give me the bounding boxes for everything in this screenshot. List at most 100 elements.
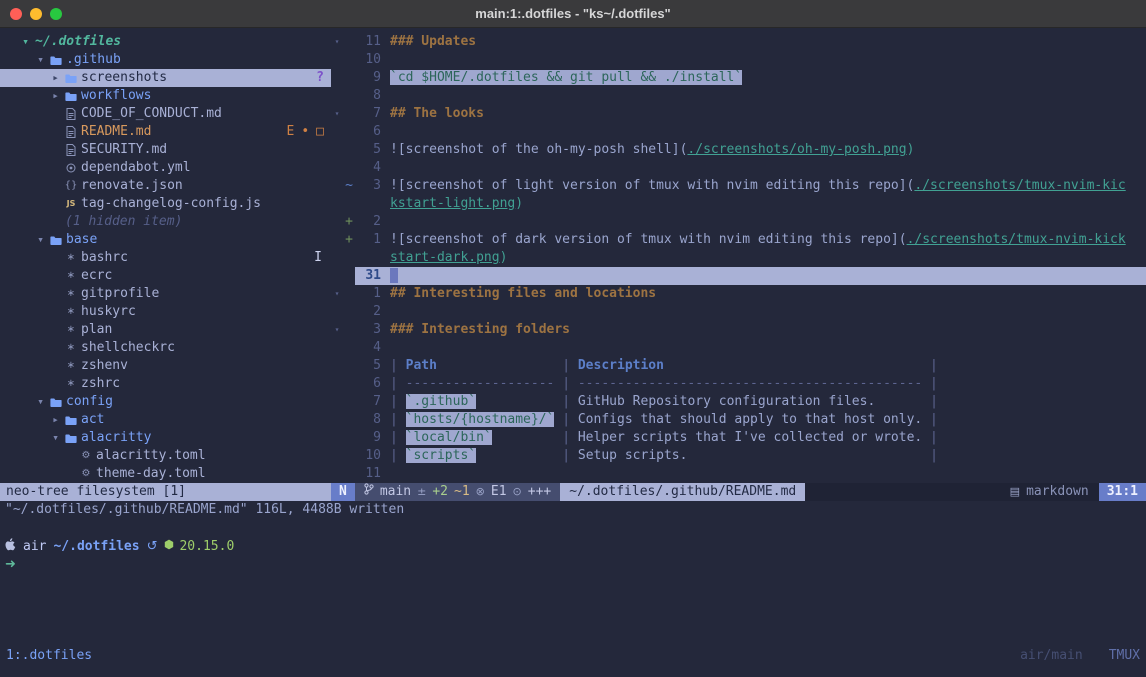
editor-line[interactable]: 4 xyxy=(331,159,1146,177)
mode-indicator: N xyxy=(331,483,355,501)
tree-item[interactable]: dependabot.yml xyxy=(0,159,331,177)
tree-item[interactable]: ⚙theme-day.toml xyxy=(0,465,331,483)
chevron-right-icon[interactable]: ▸ xyxy=(48,87,63,105)
editor-line-wrap[interactable]: kstart-light.png) xyxy=(331,195,1146,213)
editor-line[interactable]: 4 xyxy=(331,339,1146,357)
tree-item[interactable]: {}renovate.json xyxy=(0,177,331,195)
tree-item[interactable]: ▾base xyxy=(0,231,331,249)
text-segment: ./screenshots/oh-my-posh.png xyxy=(687,142,906,157)
chevron-down-icon[interactable]: ▾ xyxy=(18,33,33,51)
editor-line[interactable]: 5| Path | Description | xyxy=(331,357,1146,375)
zoom-button[interactable] xyxy=(50,8,62,20)
text-segment: | xyxy=(554,448,577,463)
tree-item[interactable]: ▾.github xyxy=(0,51,331,69)
editor-line[interactable]: 8 xyxy=(331,87,1146,105)
editor-line[interactable]: 31 xyxy=(331,267,1146,285)
tree-item-label: huskyrc xyxy=(81,303,136,321)
text-segment: Path xyxy=(406,358,437,373)
editor-line[interactable]: +1![screenshot of dark version of tmux w… xyxy=(331,231,1146,249)
sign-column xyxy=(343,123,355,141)
sign-column xyxy=(343,267,355,285)
tree-item[interactable]: ∗gitprofile xyxy=(0,285,331,303)
fold-chevron-icon[interactable]: ▾ xyxy=(331,105,343,123)
status-badge: • xyxy=(301,123,309,141)
line-number: 6 xyxy=(355,123,381,141)
tree-item[interactable]: ∗shellcheckrc xyxy=(0,339,331,357)
editor-line[interactable]: 10| `scripts` | Setup scripts. | xyxy=(331,447,1146,465)
editor-line[interactable]: ▾1## Interesting files and locations xyxy=(331,285,1146,303)
tree-item[interactable]: ▸workflows xyxy=(0,87,331,105)
text-segment: | xyxy=(554,394,577,409)
statusline-filepath: ~/.dotfiles/.github/README.md xyxy=(560,483,805,501)
json-icon: {} xyxy=(63,177,79,195)
editor-line[interactable]: ~3![screenshot of light version of tmux … xyxy=(331,177,1146,195)
sign-column xyxy=(343,375,355,393)
toml-icon: ⚙ xyxy=(78,447,94,465)
text-segment: | xyxy=(390,448,406,463)
editor-line[interactable]: 6| ------------------- | ---------------… xyxy=(331,375,1146,393)
editor-line[interactable]: 11 xyxy=(331,465,1146,483)
editor-line[interactable]: ▾7## The looks xyxy=(331,105,1146,123)
tree-item-label: act xyxy=(81,411,104,429)
shell-icon: ∗ xyxy=(63,267,79,285)
command-line-message: "~/.dotfiles/.github/README.md" 116L, 44… xyxy=(0,501,1146,519)
folder-icon xyxy=(63,415,79,426)
untracked-badge: ? xyxy=(316,69,324,87)
fold-chevron-icon[interactable]: ▾ xyxy=(331,321,343,339)
tree-item[interactable]: (1 hidden item) xyxy=(0,213,331,231)
tree-item[interactable]: ∗ecrc xyxy=(0,267,331,285)
fold-chevron-icon[interactable]: ▾ xyxy=(331,285,343,303)
editor-line[interactable]: +2 xyxy=(331,213,1146,231)
fold-column xyxy=(331,123,343,141)
tree-item[interactable]: ∗zshrc xyxy=(0,375,331,393)
text-segment: ## The looks xyxy=(390,106,484,121)
editor-line[interactable]: 9`cd $HOME/.dotfiles && git pull && ./in… xyxy=(331,69,1146,87)
line-number: 3 xyxy=(355,177,381,195)
line-number xyxy=(355,195,381,213)
node-hexagon-icon xyxy=(164,538,174,556)
editor-line-wrap[interactable]: start-dark.png) xyxy=(331,249,1146,267)
editor-line[interactable]: 5![screenshot of the oh-my-posh shell](.… xyxy=(331,141,1146,159)
tree-item[interactable]: SECURITY.md xyxy=(0,141,331,159)
filetype-section: ▤ markdown xyxy=(1000,483,1099,501)
editor-line[interactable]: 7| `.github` | GitHub Repository configu… xyxy=(331,393,1146,411)
chevron-down-icon[interactable]: ▾ xyxy=(33,231,48,249)
editor-line[interactable]: 10 xyxy=(331,51,1146,69)
minimize-button[interactable] xyxy=(30,8,42,20)
tree-item[interactable]: ∗plan xyxy=(0,321,331,339)
tree-item[interactable]: ▸ act xyxy=(0,411,331,429)
tmux-window-tab[interactable]: 1:.dotfiles xyxy=(6,647,92,665)
editor-line[interactable]: ▾3### Interesting folders xyxy=(331,321,1146,339)
tree-item[interactable]: ▾~/.dotfiles xyxy=(0,33,331,51)
tree-item[interactable]: ▾config xyxy=(0,393,331,411)
chevron-down-icon[interactable]: ▾ xyxy=(33,51,48,69)
fold-column xyxy=(331,411,343,429)
editor-line[interactable]: 9| `local/bin` | Helper scripts that I'v… xyxy=(331,429,1146,447)
tree-item[interactable]: ∗huskyrc xyxy=(0,303,331,321)
chevron-down-icon[interactable]: ▾ xyxy=(48,429,63,447)
fold-chevron-icon[interactable]: ▾ xyxy=(331,33,343,51)
fold-column xyxy=(331,159,343,177)
editor-line[interactable]: ▾11### Updates xyxy=(331,33,1146,51)
tree-item[interactable]: ∗zshenv xyxy=(0,357,331,375)
tree-item[interactable]: ⚙alacritty.toml xyxy=(0,447,331,465)
editor-line[interactable]: 8| `hosts/{hostname}/` | Configs that sh… xyxy=(331,411,1146,429)
chevron-right-icon[interactable]: ▸ xyxy=(48,69,63,87)
file-tree[interactable]: ▾~/.dotfiles▾.github▸screenshots?▸workfl… xyxy=(0,28,331,483)
editor-lines[interactable]: ▾11### Updates109`cd $HOME/.dotfiles && … xyxy=(331,28,1146,483)
close-button[interactable] xyxy=(10,8,22,20)
editor-line[interactable]: 2 xyxy=(331,303,1146,321)
chevron-right-icon[interactable]: ▸ xyxy=(48,411,63,429)
tree-item[interactable]: README.mdE•□ xyxy=(0,123,331,141)
fold-column xyxy=(331,141,343,159)
tree-item[interactable]: JStag-changelog-config.js xyxy=(0,195,331,213)
tree-item[interactable]: ▾alacritty xyxy=(0,429,331,447)
tree-item[interactable]: CODE_OF_CONDUCT.md xyxy=(0,105,331,123)
text-segment: | xyxy=(922,448,938,463)
tree-item[interactable]: ▸screenshots? xyxy=(0,69,331,87)
editor-line[interactable]: 6 xyxy=(331,123,1146,141)
tree-item[interactable]: ∗bashrcI xyxy=(0,249,331,267)
tree-item-label: ecrc xyxy=(81,267,112,285)
chevron-down-icon[interactable]: ▾ xyxy=(33,393,48,411)
line-number: 31 xyxy=(355,267,381,285)
